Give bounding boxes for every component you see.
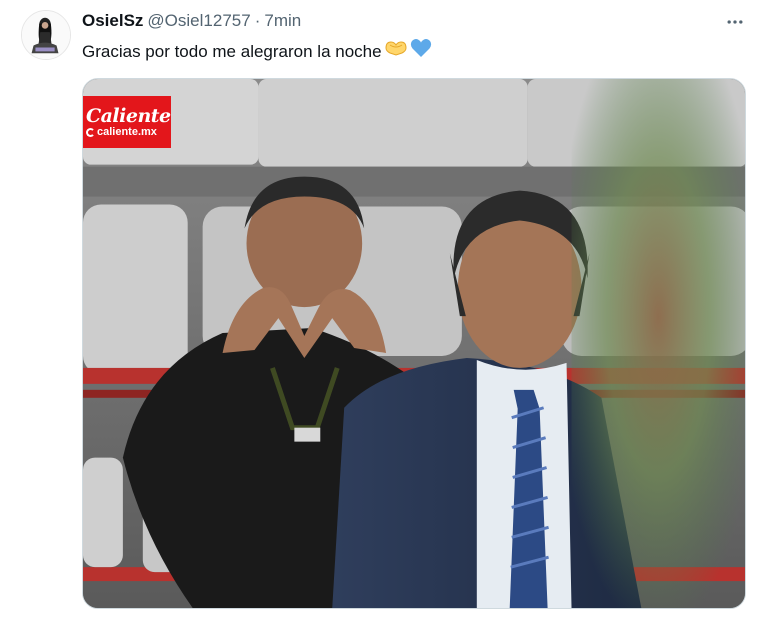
logo-url: caliente.mx [97, 125, 157, 138]
avatar[interactable] [21, 10, 71, 60]
timestamp[interactable]: 7min [264, 10, 301, 32]
caliente-c-icon [86, 127, 95, 137]
avatar-image [22, 11, 70, 59]
tweet-header: OsielSz @Osiel12757 · 7min [82, 10, 301, 32]
tweet-media-image[interactable]: Caliente caliente.mx [82, 78, 746, 609]
tweet-text-body: Gracias por todo me alegraron la noche [82, 41, 382, 61]
tweet: OsielSz @Osiel12757 · 7min Gracias por t… [0, 0, 771, 620]
tweet-text: Gracias por todo me alegraron la noche [82, 38, 432, 64]
more-options-button[interactable] [723, 10, 747, 34]
more-horizontal-icon [727, 20, 743, 24]
logo-main-text: Caliente [86, 104, 171, 127]
caliente-logo: Caliente caliente.mx [83, 96, 171, 148]
blue-heart-emoji [410, 38, 432, 64]
user-handle[interactable]: @Osiel12757 [147, 10, 250, 32]
stadium-photo [83, 79, 745, 608]
separator: · [254, 11, 261, 30]
display-name[interactable]: OsielSz [82, 10, 143, 32]
yellow-heart-hands-emoji [384, 39, 408, 63]
logo-sub-text: caliente.mx [86, 126, 157, 139]
